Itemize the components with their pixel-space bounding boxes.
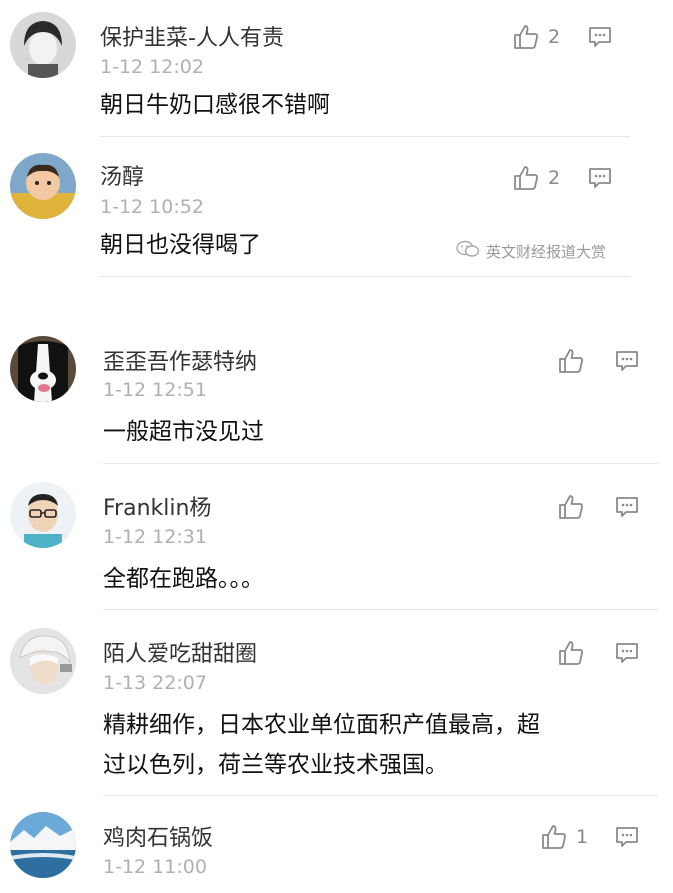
- comment-time: 1-12 12:31: [103, 526, 207, 548]
- comment-text: 精耕细作，日本农业单位面积产值最高，超: [103, 712, 540, 738]
- comment-time: 1-12 12:51: [103, 379, 207, 401]
- comment-text: 过以色列，荷兰等农业技术强国。: [103, 752, 448, 778]
- wechat-icon: [456, 240, 486, 262]
- watermark-text: 英文财经报道大赏: [486, 242, 607, 261]
- like-count: 2: [548, 26, 561, 48]
- comment-time: 1-13 22:07: [103, 672, 207, 694]
- like-button[interactable]: [557, 492, 593, 522]
- like-button[interactable]: 1: [540, 822, 588, 852]
- comment-bubble-icon: [614, 824, 640, 850]
- divider: [100, 276, 630, 277]
- user-name[interactable]: Franklin杨: [103, 490, 211, 522]
- comment-item: 歪歪吾作瑟特纳 1-12 12:51 一般超市没见过: [0, 322, 673, 464]
- comment-item: 保护韭菜-人人有责 1-12 12:02 朝日牛奶口感很不错啊 2: [0, 0, 673, 137]
- user-name[interactable]: 汤醇: [100, 159, 144, 191]
- user-name[interactable]: 歪歪吾作瑟特纳: [103, 344, 257, 376]
- comment-time: 1-12 12:02: [100, 56, 204, 78]
- avatar[interactable]: [10, 336, 76, 402]
- comment-bubble-icon: [614, 348, 640, 374]
- comment-text: 全都在跑路。。。: [103, 566, 264, 592]
- like-count: 1: [576, 826, 589, 848]
- comment-bubble-icon: [614, 640, 640, 666]
- thumbs-up-icon: [512, 164, 540, 192]
- watermark: 英文财经报道大赏: [456, 240, 606, 262]
- thumbs-up-icon: [512, 23, 540, 51]
- comment-bubble-icon: [614, 494, 640, 520]
- comment-item: 鸡肉石锅饭 1-12 11:00 1: [0, 796, 673, 893]
- avatar[interactable]: [10, 812, 76, 878]
- avatar[interactable]: [10, 482, 76, 548]
- avatar[interactable]: [10, 628, 76, 694]
- comment-bubble-icon: [587, 24, 613, 50]
- user-name[interactable]: 保护韭菜-人人有责: [100, 20, 284, 52]
- like-button[interactable]: 2: [512, 22, 560, 52]
- comment-time: 1-12 11:00: [103, 856, 207, 878]
- reply-button[interactable]: [614, 348, 640, 374]
- comment-text: 朝日也没得喝了: [100, 232, 261, 258]
- thumbs-up-icon: [557, 639, 585, 667]
- thumbs-up-icon: [557, 347, 585, 375]
- thumbs-up-icon: [540, 823, 568, 851]
- like-button[interactable]: 2: [512, 163, 560, 193]
- reply-button[interactable]: [614, 494, 640, 520]
- like-button[interactable]: [557, 638, 593, 668]
- reply-button[interactable]: [614, 824, 640, 850]
- user-name[interactable]: 陌人爱吃甜甜圈: [103, 636, 257, 668]
- reply-button[interactable]: [587, 24, 613, 50]
- thumbs-up-icon: [557, 493, 585, 521]
- comment-bubble-icon: [587, 165, 613, 191]
- avatar[interactable]: [10, 12, 76, 78]
- comment-text: 朝日牛奶口感很不错啊: [100, 92, 330, 118]
- avatar[interactable]: [10, 153, 76, 219]
- like-button[interactable]: [557, 346, 593, 376]
- like-count: 2: [548, 167, 561, 189]
- user-name[interactable]: 鸡肉石锅饭: [103, 820, 213, 852]
- reply-button[interactable]: [614, 640, 640, 666]
- comment-item: 陌人爱吃甜甜圈 1-13 22:07 精耕细作，日本农业单位面积产值最高，超 过…: [0, 610, 673, 796]
- comment-text: 一般超市没见过: [103, 419, 264, 445]
- reply-button[interactable]: [587, 165, 613, 191]
- comment-time: 1-12 10:52: [100, 196, 204, 218]
- comment-item: Franklin杨 1-12 12:31 全都在跑路。。。: [0, 464, 673, 610]
